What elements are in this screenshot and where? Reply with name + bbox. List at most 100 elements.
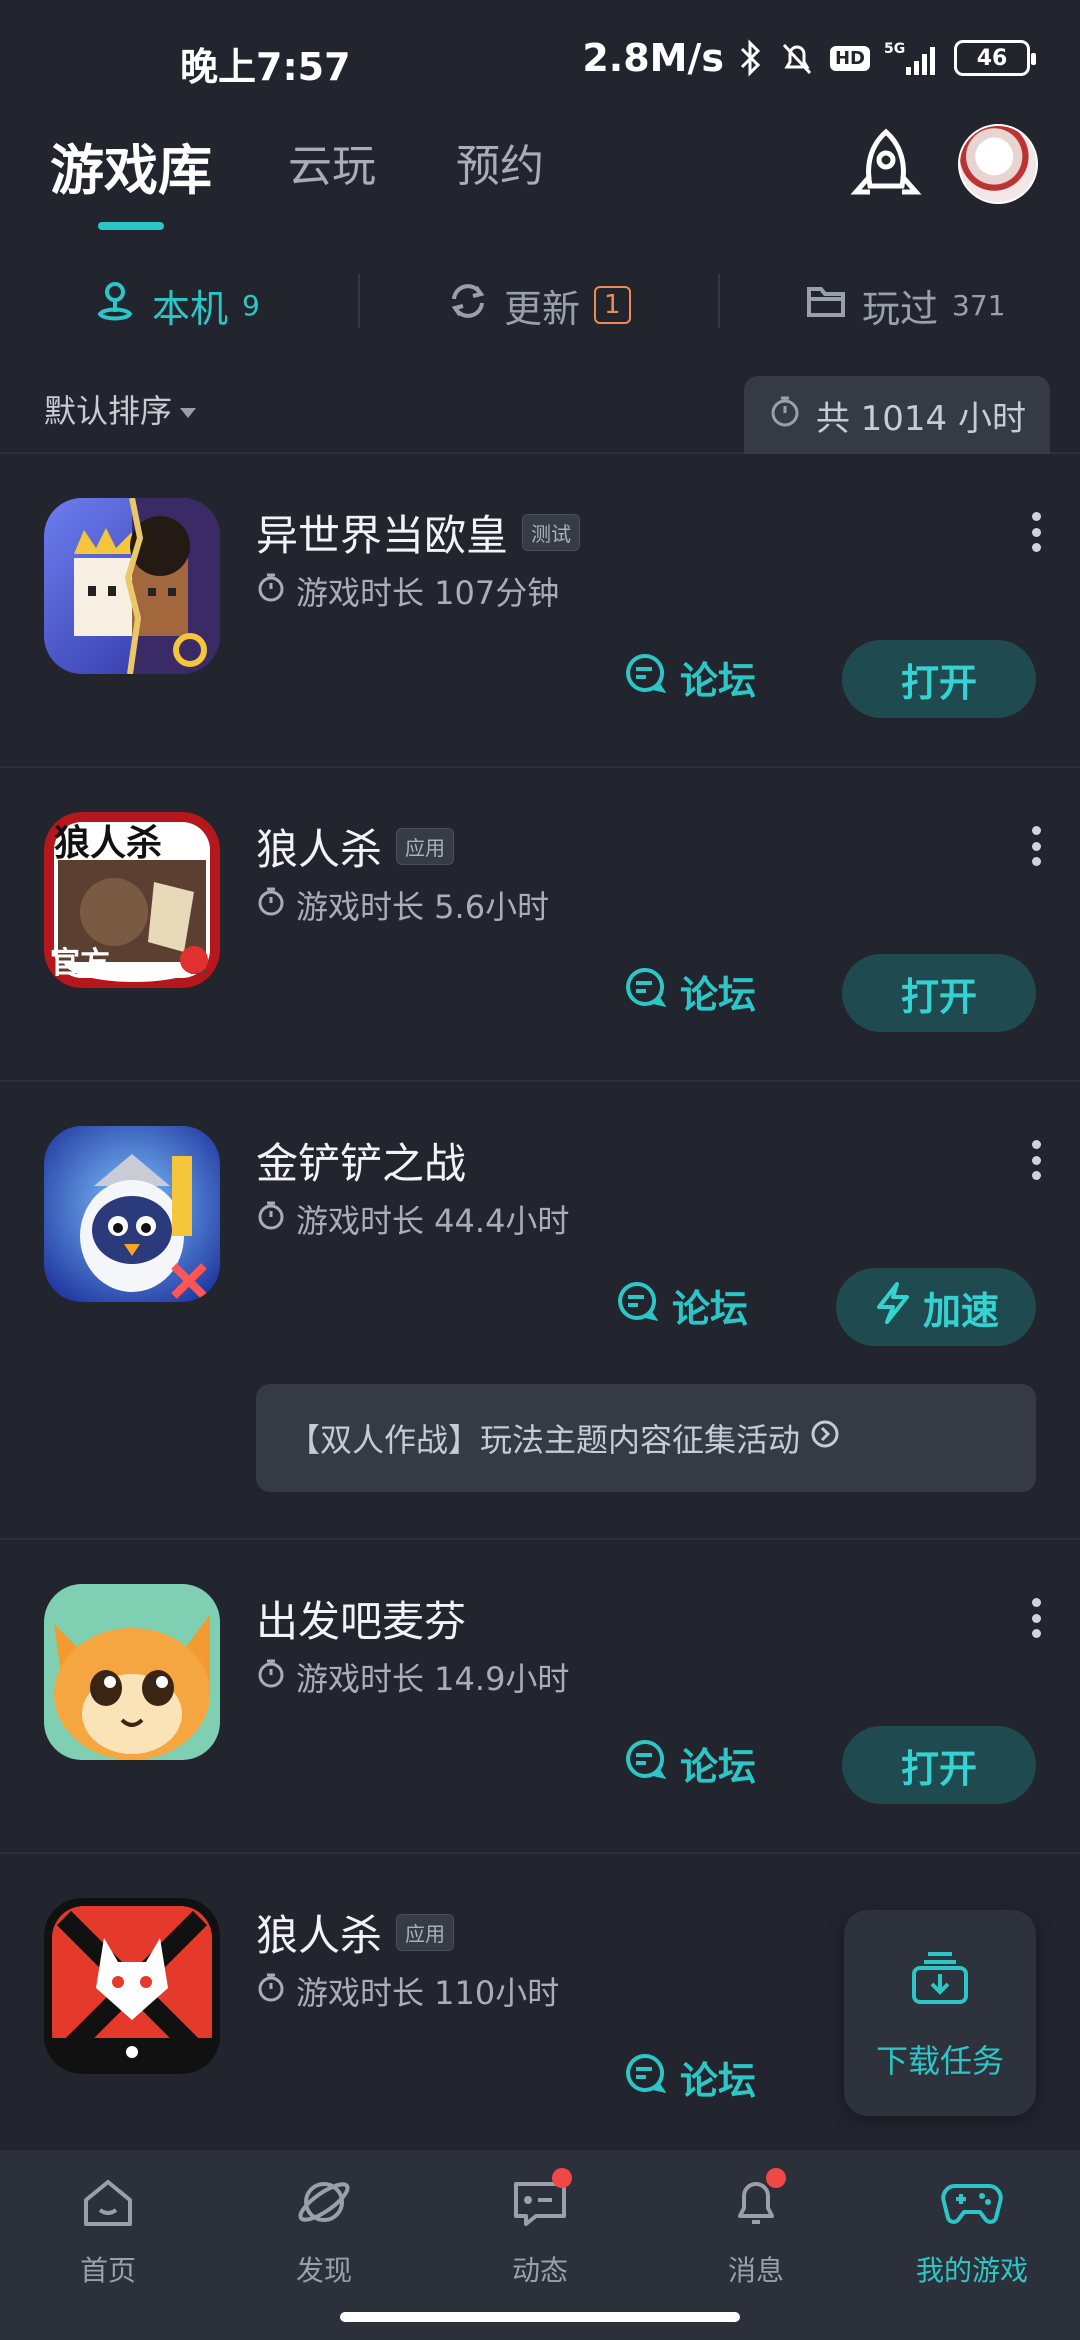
chat-icon	[510, 2168, 572, 2239]
svg-text:5G: 5G	[884, 41, 905, 57]
game-playtime: 游戏时长 14.9小时	[256, 1654, 569, 1700]
bluetooth-icon	[738, 39, 764, 77]
game-title-row: 出发吧麦芬	[256, 1588, 466, 1649]
forum-label: 论坛	[680, 1745, 757, 1789]
sort-dropdown[interactable]: 默认排序	[44, 386, 197, 432]
user-avatar[interactable]	[958, 124, 1038, 204]
download-tray-icon	[908, 1944, 972, 2016]
nav-label: 发现	[295, 2254, 352, 2287]
download-tasks-button[interactable]: 下载任务	[844, 1910, 1036, 2116]
forum-chat-icon	[622, 1737, 667, 1790]
event-banner[interactable]: 【双人作战】玩法主题内容征集活动	[256, 1384, 1036, 1492]
forum-button[interactable]: 论坛	[622, 2050, 756, 2105]
status-time: 晚上7:57	[180, 45, 351, 89]
game-playtime: 游戏时长 44.4小时	[256, 1196, 569, 1242]
game-icon-jinchanchan[interactable]	[44, 1126, 220, 1302]
accelerate-button[interactable]: 加速	[836, 1268, 1036, 1346]
lightning-icon	[873, 1281, 913, 1334]
tab-cloud-play[interactable]: 云玩	[288, 130, 376, 194]
nav-discover[interactable]: 发现	[216, 2172, 432, 2289]
tab-game-library[interactable]: 游戏库	[50, 126, 212, 205]
icon-text: 官方	[50, 946, 110, 981]
game-icon-werewolf[interactable]	[44, 1898, 220, 2074]
gamepad-icon	[940, 2172, 1004, 2239]
game-tag: 应用	[396, 828, 455, 865]
active-tab-indicator	[98, 222, 164, 230]
total-playtime: 共 1014 小时	[743, 376, 1050, 454]
icon-text: 狼人杀	[54, 822, 163, 864]
update-count-badge: 1	[594, 286, 631, 324]
more-options-icon[interactable]	[1030, 1598, 1042, 1638]
game-title-row: 狼人杀 应用	[256, 1902, 455, 1963]
divider	[358, 274, 360, 328]
tab-reservations[interactable]: 预约	[456, 130, 544, 194]
game-title-row: 异世界当欧皇 测试	[256, 502, 581, 563]
forum-label: 论坛	[680, 973, 757, 1017]
nav-my-games[interactable]: 我的游戏	[864, 2172, 1080, 2289]
game-item: 金铲铲之战 游戏时长 44.4小时 论坛 加速 【双人作战】玩法主题内容征集活动	[0, 1084, 1080, 1540]
stopwatch-icon	[256, 886, 286, 924]
subtab-played[interactable]: 玩过 371	[804, 260, 1005, 350]
forum-chat-icon	[614, 1279, 659, 1332]
stopwatch-icon	[256, 1658, 286, 1696]
playtime-text: 游戏时长 107分钟	[296, 574, 560, 612]
event-text: 【双人作战】玩法主题内容征集活动	[288, 1421, 801, 1459]
signal-icon: 5G	[884, 39, 940, 77]
subtab-local[interactable]: 本机 9	[92, 260, 260, 350]
caret-down-icon	[180, 408, 197, 418]
home-indicator[interactable]	[340, 2312, 740, 2322]
planet-icon	[294, 2172, 354, 2239]
open-button[interactable]: 打开	[842, 954, 1036, 1032]
subtab-updates[interactable]: 更新 1	[446, 260, 631, 350]
game-icon-yishijie[interactable]	[44, 498, 220, 674]
forum-button[interactable]: 论坛	[622, 1736, 756, 1791]
game-item: 异世界当欧皇 测试 游戏时长 107分钟 论坛 打开	[0, 456, 1080, 768]
library-filter-tabs: 本机 9 更新 1 玩过 371	[0, 260, 1080, 350]
download-tasks-label: 下载任务	[875, 2042, 1004, 2080]
nav-label: 消息	[727, 2254, 784, 2287]
nav-home[interactable]: 首页	[0, 2172, 216, 2289]
more-options-icon[interactable]	[1030, 826, 1042, 866]
open-button[interactable]: 打开	[842, 640, 1036, 718]
status-icons: 2.8M/s HD 5G 46	[582, 36, 1036, 80]
forum-chat-icon	[622, 651, 667, 704]
game-item: 狼人杀 官方 狼人杀 应用 游戏时长 5.6小时 论坛 打开	[0, 770, 1080, 1082]
forum-label: 论坛	[672, 1287, 749, 1331]
game-title: 金铲铲之战	[256, 1139, 467, 1188]
game-title: 狼人杀	[256, 825, 383, 874]
playtime-text: 游戏时长 44.4小时	[296, 1202, 570, 1240]
sort-label: 默认排序	[44, 392, 173, 430]
nav-feed[interactable]: 动态	[432, 2168, 648, 2289]
status-bar: 晚上7:57 2.8M/s HD 5G 46	[0, 0, 1080, 120]
more-options-icon[interactable]	[1030, 512, 1042, 552]
mute-bell-icon	[778, 39, 816, 77]
home-icon	[78, 2172, 138, 2239]
forum-button[interactable]: 论坛	[622, 964, 756, 1019]
battery-icon: 46	[954, 40, 1036, 76]
rocket-icon[interactable]	[846, 126, 926, 216]
open-button[interactable]: 打开	[842, 1726, 1036, 1804]
forum-chat-icon	[622, 965, 667, 1018]
bell-icon	[726, 2168, 786, 2239]
nav-messages[interactable]: 消息	[648, 2168, 864, 2289]
more-options-icon[interactable]	[1030, 1140, 1042, 1180]
stopwatch-icon	[256, 572, 286, 610]
stopwatch-icon	[256, 1972, 286, 2010]
game-icon-muffin[interactable]	[44, 1584, 220, 1760]
person-location-icon	[92, 278, 138, 333]
subtab-count: 9	[242, 288, 260, 322]
chevron-right-circle-icon	[810, 1419, 840, 1457]
network-speed: 2.8M/s	[582, 36, 724, 80]
forum-chat-icon	[622, 2051, 667, 2104]
top-tab-bar: 游戏库 云玩 预约	[0, 120, 1080, 240]
forum-button[interactable]: 论坛	[622, 650, 756, 705]
stopwatch-icon	[768, 394, 802, 437]
sort-bar: 默认排序 共 1014 小时	[0, 370, 1080, 454]
game-playtime: 游戏时长 107分钟	[256, 568, 559, 614]
total-hours-text: 共 1014 小时	[815, 398, 1026, 439]
game-tag: 应用	[396, 1914, 455, 1951]
game-title-row: 狼人杀 应用	[256, 816, 455, 877]
game-icon-werewolf-official[interactable]: 狼人杀 官方	[44, 812, 220, 988]
game-playtime: 游戏时长 5.6小时	[256, 882, 549, 928]
forum-button[interactable]: 论坛	[614, 1278, 748, 1333]
